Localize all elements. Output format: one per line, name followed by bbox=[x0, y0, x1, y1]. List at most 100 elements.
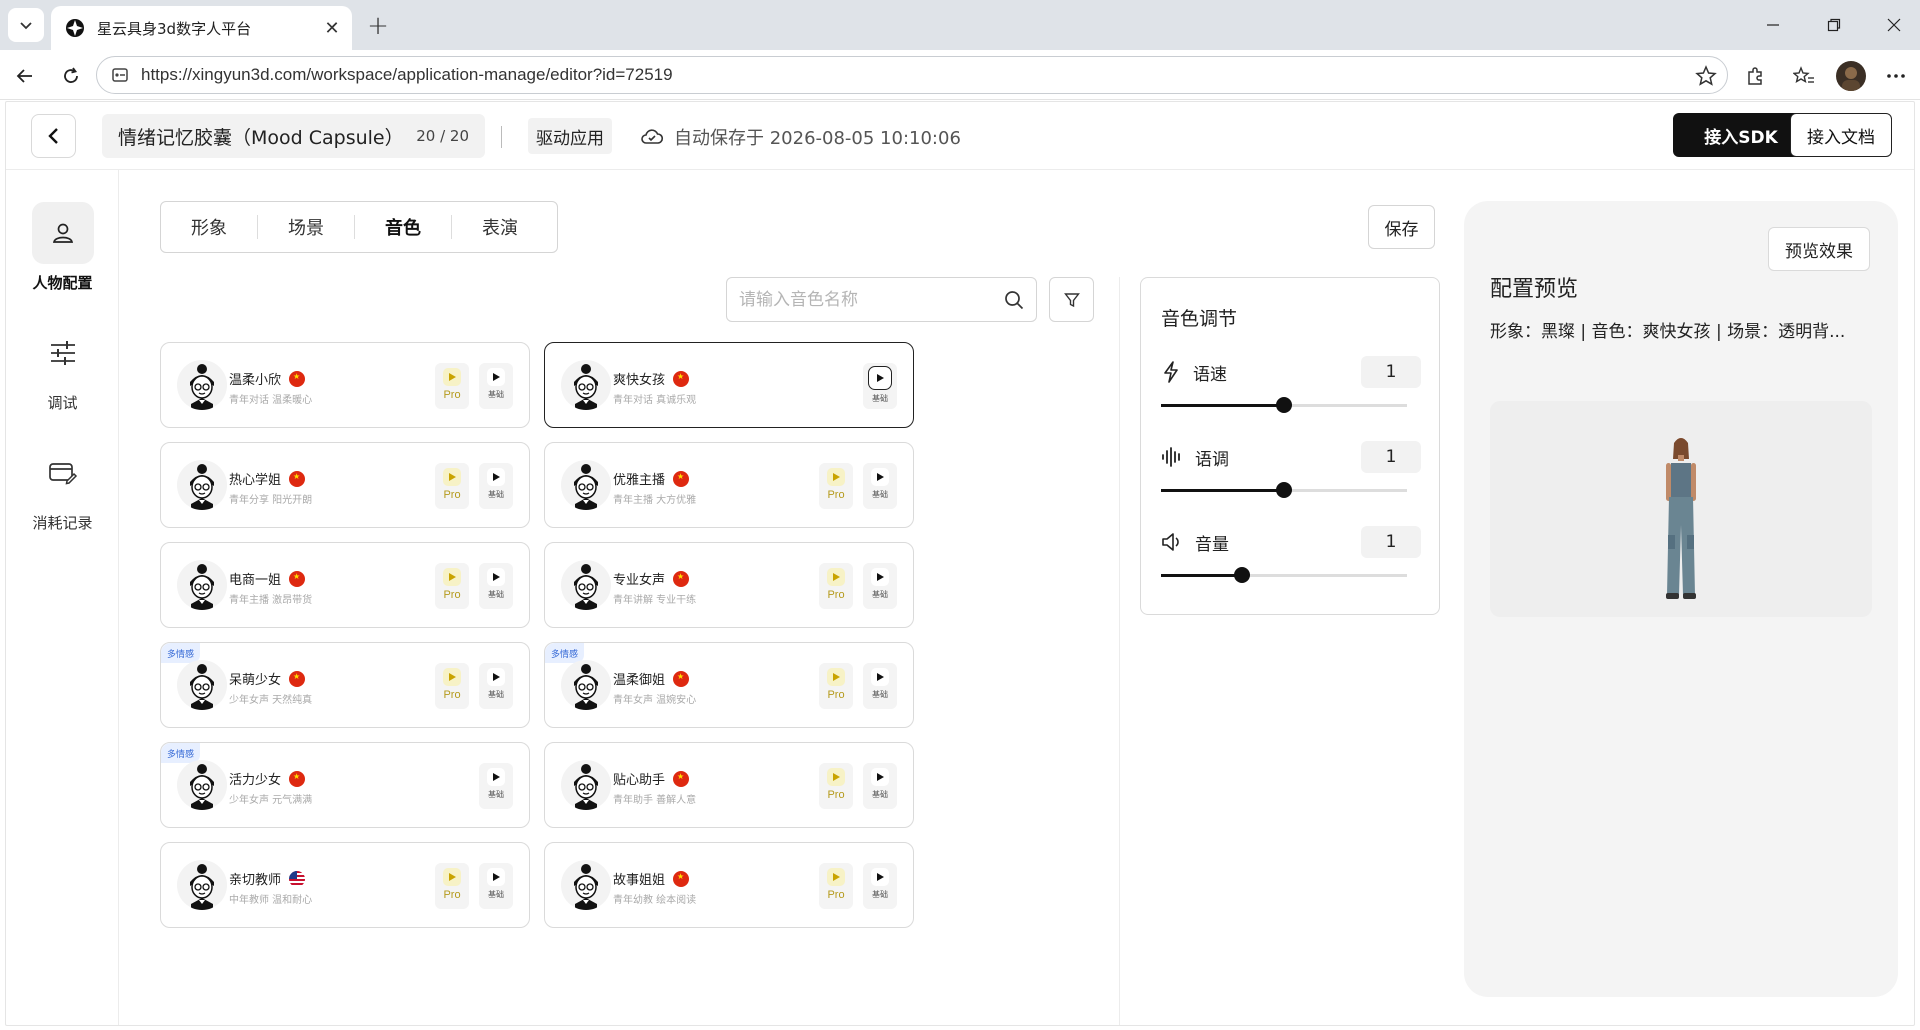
minimize-button[interactable] bbox=[1756, 12, 1790, 38]
search-icon[interactable] bbox=[1004, 290, 1024, 310]
pro-play-button[interactable]: Pro bbox=[435, 663, 469, 709]
cn-flag-icon: ★ bbox=[289, 470, 306, 487]
pro-play-button[interactable]: Pro bbox=[819, 863, 853, 909]
voice-card[interactable]: 故事姐姐 ★ 青年幼教 绘本阅读 Pro 基础 bbox=[544, 842, 914, 928]
site-info-icon[interactable] bbox=[111, 66, 129, 84]
browser-tab-active[interactable]: 星云具身3d数字人平台 ✕ bbox=[51, 6, 352, 50]
more-menu-button[interactable] bbox=[1883, 63, 1909, 89]
volume-value[interactable]: 1 bbox=[1361, 526, 1421, 558]
url-text: https://xingyun3d.com/workspace/applicat… bbox=[141, 65, 673, 84]
voice-card[interactable]: 多情感 温柔御姐 ★ 青年女声 温婉安心 Pro 基础 bbox=[544, 642, 914, 728]
cartoon-face-icon bbox=[561, 360, 611, 410]
pro-play-button[interactable]: Pro bbox=[819, 763, 853, 809]
app-name: 情绪记忆胶囊（Mood Capsule） bbox=[118, 126, 404, 149]
speed-value[interactable]: 1 bbox=[1361, 356, 1421, 388]
pro-play-button[interactable]: Pro bbox=[435, 563, 469, 609]
voice-card[interactable]: 多情感 呆萌少女 ★ 少年女声 天然纯真 Pro 基础 bbox=[160, 642, 530, 728]
preview-effect-button[interactable]: 预览效果 bbox=[1768, 227, 1870, 271]
nav-item-debug[interactable]: 调试 bbox=[6, 322, 119, 413]
voice-card[interactable]: 亲切教师 中年教师 温和耐心 Pro 基础 bbox=[160, 842, 530, 928]
tab-close-icon[interactable]: ✕ bbox=[322, 18, 342, 39]
volume-slider-handle[interactable] bbox=[1234, 567, 1251, 583]
pro-play-button[interactable]: Pro bbox=[819, 563, 853, 609]
star-bookmark-icon[interactable] bbox=[1695, 65, 1717, 87]
tab-performance[interactable]: 表演 bbox=[452, 214, 548, 240]
save-button[interactable]: 保存 bbox=[1368, 205, 1435, 249]
pitch-slider[interactable] bbox=[1161, 482, 1407, 498]
cartoon-face-icon bbox=[177, 560, 227, 610]
basic-play-button[interactable]: 基础 bbox=[863, 363, 897, 409]
new-tab-button[interactable]: + bbox=[364, 11, 392, 41]
basic-play-button[interactable]: 基础 bbox=[479, 463, 513, 509]
pro-play-button[interactable]: Pro bbox=[819, 463, 853, 509]
cartoon-face-icon bbox=[561, 760, 611, 810]
volume-slider[interactable] bbox=[1161, 567, 1407, 583]
basic-label: 基础 bbox=[872, 890, 888, 899]
docs-button[interactable]: 接入文档 bbox=[1790, 113, 1892, 157]
voice-name-row: 温柔小欣 ★ bbox=[229, 369, 306, 388]
restore-icon bbox=[1827, 18, 1841, 32]
voice-description: 青年讲解 专业干练 bbox=[613, 595, 697, 606]
window-close-button[interactable] bbox=[1877, 12, 1911, 38]
basic-label: 基础 bbox=[872, 790, 888, 799]
restore-button[interactable] bbox=[1817, 12, 1851, 38]
voice-card[interactable]: 热心学姐 ★ 青年分享 阳光开朗 Pro 基础 bbox=[160, 442, 530, 528]
voice-card[interactable]: 温柔小欣 ★ 青年对话 温柔暖心 Pro 基础 bbox=[160, 342, 530, 428]
pitch-slider-handle[interactable] bbox=[1276, 482, 1292, 498]
voice-card[interactable]: 优雅主播 ★ 青年主播 大方优雅 Pro 基础 bbox=[544, 442, 914, 528]
voice-name: 温柔小欣 bbox=[229, 373, 282, 388]
nav-item-character-config[interactable]: 人物配置 bbox=[6, 202, 119, 293]
filter-button[interactable] bbox=[1049, 277, 1094, 322]
basic-play-button[interactable]: 基础 bbox=[479, 763, 513, 809]
basic-play-button[interactable]: 基础 bbox=[479, 663, 513, 709]
speed-slider[interactable] bbox=[1161, 397, 1407, 413]
voice-search-input[interactable] bbox=[739, 289, 1004, 310]
pro-play-button[interactable]: Pro bbox=[435, 463, 469, 509]
voice-avatar bbox=[561, 760, 611, 810]
back-nav-button[interactable] bbox=[12, 63, 38, 89]
tab-appearance[interactable]: 形象 bbox=[161, 214, 257, 240]
basic-play-button[interactable]: 基础 bbox=[479, 563, 513, 609]
pro-play-button[interactable]: Pro bbox=[435, 863, 469, 909]
basic-play-button[interactable]: 基础 bbox=[863, 463, 897, 509]
play-pro-icon bbox=[827, 468, 845, 486]
voice-card[interactable]: 贴心助手 ★ 青年助手 善解人意 Pro 基础 bbox=[544, 742, 914, 828]
play-pro-icon bbox=[827, 868, 845, 886]
voice-card[interactable]: 多情感 活力少女 ★ 少年女声 元气满满 基础 bbox=[160, 742, 530, 828]
basic-play-button[interactable]: 基础 bbox=[863, 563, 897, 609]
profile-avatar[interactable] bbox=[1836, 61, 1866, 91]
pro-play-button[interactable]: Pro bbox=[819, 663, 853, 709]
pro-play-button[interactable]: Pro bbox=[435, 363, 469, 409]
voice-name: 爽快女孩 bbox=[613, 373, 666, 388]
reload-icon bbox=[64, 67, 78, 83]
sdk-button[interactable]: 接入SDK bbox=[1673, 113, 1809, 157]
play-icon bbox=[487, 768, 505, 786]
speed-slider-handle[interactable] bbox=[1276, 397, 1292, 413]
extensions-button[interactable] bbox=[1742, 63, 1768, 89]
tab-voice[interactable]: 音色 bbox=[355, 214, 451, 240]
site-favicon-icon bbox=[66, 19, 84, 37]
reload-button[interactable] bbox=[58, 63, 84, 89]
basic-play-button[interactable]: 基础 bbox=[479, 363, 513, 409]
voice-card[interactable]: 电商一姐 ★ 青年主播 激昂带货 Pro 基础 bbox=[160, 542, 530, 628]
address-bar[interactable]: https://xingyun3d.com/workspace/applicat… bbox=[96, 56, 1728, 94]
speed-slider-row: 语速 1 bbox=[1161, 356, 1421, 413]
voice-card[interactable]: 爽快女孩 ★ 青年对话 真诚乐观 基础 bbox=[544, 342, 914, 428]
tab-scene[interactable]: 场景 bbox=[258, 214, 354, 240]
basic-play-button[interactable]: 基础 bbox=[479, 863, 513, 909]
drive-app-button[interactable]: 驱动应用 bbox=[528, 118, 612, 154]
basic-play-button[interactable]: 基础 bbox=[863, 663, 897, 709]
basic-play-button[interactable]: 基础 bbox=[863, 863, 897, 909]
nav-item-usage-records[interactable]: 消耗记录 bbox=[6, 442, 119, 533]
voice-avatar bbox=[561, 860, 611, 910]
pro-label: Pro bbox=[827, 589, 845, 601]
voice-name-row: 亲切教师 bbox=[229, 869, 306, 888]
basic-play-button[interactable]: 基础 bbox=[863, 763, 897, 809]
voice-name-row: 专业女声 ★ bbox=[613, 569, 690, 588]
pitch-value[interactable]: 1 bbox=[1361, 441, 1421, 473]
app-name-field[interactable]: 情绪记忆胶囊（Mood Capsule） 20 / 20 bbox=[102, 114, 485, 158]
favorites-button[interactable] bbox=[1791, 63, 1817, 89]
tab-list-button[interactable] bbox=[8, 8, 44, 42]
back-button[interactable] bbox=[31, 114, 76, 158]
voice-card[interactable]: 专业女声 ★ 青年讲解 专业干练 Pro 基础 bbox=[544, 542, 914, 628]
